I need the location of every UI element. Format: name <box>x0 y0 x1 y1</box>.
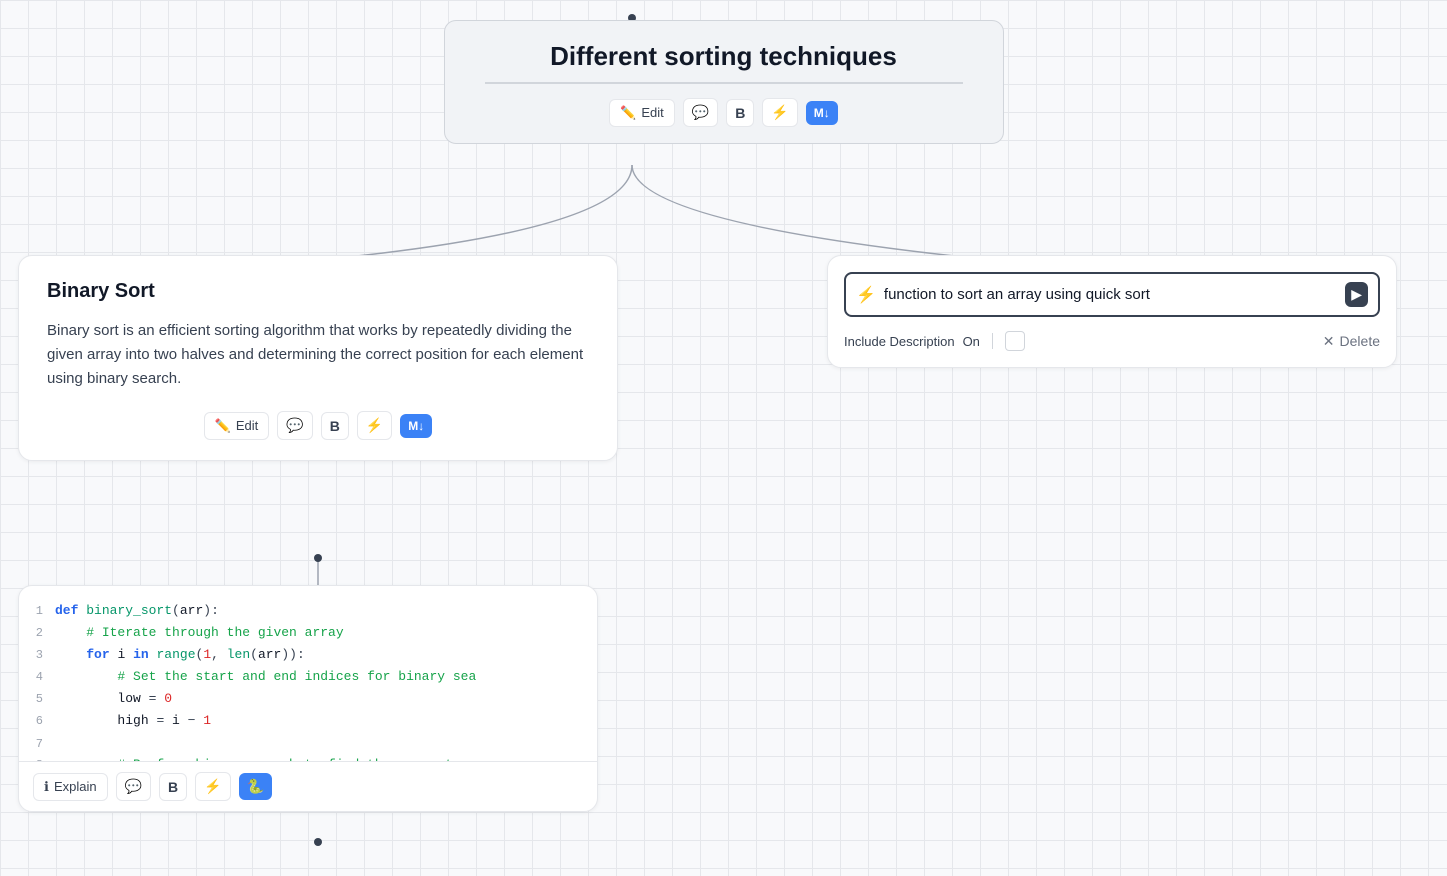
close-icon: ✕ <box>1323 333 1335 350</box>
binary-sort-card: Binary Sort Binary sort is an efficient … <box>18 255 618 461</box>
binary-sort-description: Binary sort is an efficient sorting algo… <box>47 319 589 391</box>
toggle-divider <box>992 333 993 349</box>
code-bold-button[interactable]: B <box>159 773 187 801</box>
binary-lightning-button[interactable]: ⚡ <box>357 411 392 440</box>
bold-icon: B <box>735 105 745 121</box>
binary-edit-button[interactable]: ✏️ Edit <box>204 412 270 440</box>
quick-sort-meta-left: Include Description On <box>844 331 1025 351</box>
code-lightning-button[interactable]: ⚡ <box>195 772 230 801</box>
quick-sort-meta: Include Description On ✕ Delete <box>844 331 1380 351</box>
code-card: 1 def binary_sort(arr): 2 # Iterate thro… <box>18 585 598 812</box>
code-line-8: 8 # Perform binary search to find the co… <box>19 754 597 761</box>
explain-button[interactable]: ℹ Explain <box>33 773 108 801</box>
root-lightning-button[interactable]: ⚡ <box>762 98 797 127</box>
root-comment-button[interactable]: 💬 <box>683 98 718 127</box>
comment-icon-3: 💬 <box>125 778 142 794</box>
code-line-5: 5 low = 0 <box>19 688 597 710</box>
code-toolbar: ℹ Explain 💬 B ⚡ 🐍 <box>19 761 597 811</box>
comment-icon: 💬 <box>692 104 709 120</box>
quick-sort-card: ⚡ ▶ Include Description On ✕ Delete <box>827 255 1397 368</box>
code-area: 1 def binary_sort(arr): 2 # Iterate thro… <box>19 586 597 761</box>
binary-md-button[interactable]: M↓ <box>400 414 432 438</box>
python-icon: 🐍 <box>247 778 264 794</box>
root-toolbar: ✏️ Edit 💬 B ⚡ M↓ <box>485 98 963 127</box>
python-button[interactable]: 🐍 <box>239 773 272 800</box>
play-icon: ▶ <box>1351 286 1362 302</box>
root-title: Different sorting techniques <box>485 41 963 84</box>
lightning-icon-3: ⚡ <box>856 285 876 305</box>
lightning-icon-4: ⚡ <box>204 778 221 794</box>
quick-sort-input-container: ⚡ ▶ <box>844 272 1380 317</box>
binary-sort-title: Binary Sort <box>47 280 589 303</box>
quick-sort-submit-button[interactable]: ▶ <box>1345 282 1368 307</box>
info-icon: ℹ <box>44 779 49 795</box>
root-edit-button[interactable]: ✏️ Edit <box>609 99 675 127</box>
binary-comment-button[interactable]: 💬 <box>277 411 312 440</box>
root-md-button[interactable]: M↓ <box>806 101 838 125</box>
bold-icon-3: B <box>168 779 178 795</box>
binary-bold-button[interactable]: B <box>321 412 349 440</box>
bold-icon-2: B <box>330 418 340 434</box>
lightning-icon: ⚡ <box>771 104 788 120</box>
edit-icon-2: ✏️ <box>215 418 231 434</box>
include-description-label: Include Description <box>844 334 955 349</box>
code-comment-button[interactable]: 💬 <box>116 772 151 801</box>
delete-button[interactable]: ✕ Delete <box>1323 333 1380 350</box>
code-line-3: 3 for i in range(1, len(arr)): <box>19 644 597 666</box>
quick-sort-input[interactable] <box>884 286 1345 303</box>
code-line-2: 2 # Iterate through the given array <box>19 622 597 644</box>
code-line-1: 1 def binary_sort(arr): <box>19 600 597 622</box>
lightning-icon-2: ⚡ <box>366 417 383 433</box>
toggle-checkbox[interactable] <box>1005 331 1025 351</box>
root-node: Different sorting techniques ✏️ Edit 💬 B… <box>444 20 1004 144</box>
on-label: On <box>963 334 980 349</box>
edit-icon: ✏️ <box>620 105 636 121</box>
code-line-7: 7 <box>19 733 597 754</box>
binary-sort-toolbar: ✏️ Edit 💬 B ⚡ M↓ <box>47 411 589 440</box>
code-line-4: 4 # Set the start and end indices for bi… <box>19 666 597 688</box>
root-bold-button[interactable]: B <box>726 99 754 127</box>
comment-icon-2: 💬 <box>286 417 303 433</box>
code-line-6: 6 high = i − 1 <box>19 710 597 732</box>
